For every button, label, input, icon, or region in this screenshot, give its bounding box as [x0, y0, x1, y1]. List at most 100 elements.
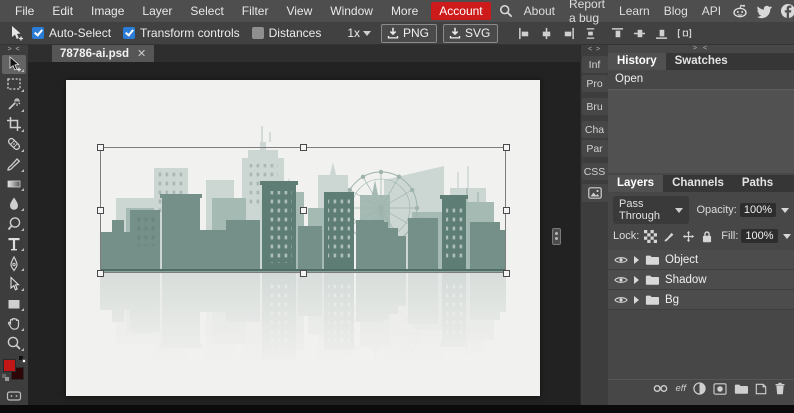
- new-layer-icon[interactable]: [755, 383, 767, 395]
- fill-dropdown-icon[interactable]: [782, 233, 791, 239]
- twitter-link[interactable]: [752, 3, 776, 19]
- tab-paths[interactable]: Paths: [733, 175, 782, 192]
- menu-file[interactable]: File: [6, 0, 43, 22]
- panel-button-character[interactable]: Cha: [581, 121, 608, 138]
- search-button[interactable]: [495, 4, 517, 18]
- export-png-button[interactable]: PNG: [381, 23, 438, 43]
- transform-handle-middle-left[interactable]: [97, 207, 104, 214]
- transform-handle-bottom-center[interactable]: [300, 270, 307, 277]
- tool-hand[interactable]: [2, 314, 26, 333]
- align-center-horizontal-icon[interactable]: [540, 27, 553, 40]
- default-colors-icon[interactable]: [19, 355, 26, 363]
- delete-layer-trash-icon[interactable]: [774, 382, 786, 395]
- menu-filter[interactable]: Filter: [233, 0, 278, 22]
- document-tab[interactable]: 78786-ai.psd ✕: [52, 45, 155, 62]
- canvas-workspace[interactable]: [28, 62, 580, 413]
- swap-colors-icon[interactable]: [2, 374, 9, 382]
- facebook-link[interactable]: [776, 3, 794, 19]
- layer-row-bg[interactable]: Bg: [608, 290, 794, 310]
- tool-direct-select[interactable]: [2, 274, 26, 293]
- blend-mode-select[interactable]: Pass Through: [613, 196, 689, 224]
- opacity-dropdown-icon[interactable]: [781, 207, 789, 213]
- align-top-icon[interactable]: [611, 27, 624, 40]
- layer-mask-icon[interactable]: [713, 382, 727, 395]
- tool-marquee-select[interactable]: [2, 75, 26, 94]
- color-swatches[interactable]: [2, 355, 26, 382]
- opacity-value[interactable]: 100%: [739, 203, 776, 217]
- distances-option[interactable]: Distances: [251, 26, 321, 40]
- tool-more-options[interactable]: [2, 386, 26, 405]
- transform-handle-top-center[interactable]: [300, 144, 307, 151]
- menu-about[interactable]: About: [517, 4, 562, 18]
- panel-button-paragraph[interactable]: Par: [581, 140, 608, 157]
- tool-rectangle-shape[interactable]: [2, 294, 26, 313]
- transform-handle-middle-right[interactable]: [503, 207, 510, 214]
- lock-pixels-icon[interactable]: [663, 230, 676, 243]
- panel-button-properties[interactable]: Pro: [581, 75, 608, 92]
- adjustment-layer-icon[interactable]: [693, 382, 706, 395]
- align-bottom-icon[interactable]: [655, 27, 668, 40]
- transform-handle-bottom-left[interactable]: [97, 270, 104, 277]
- panel-collapse-handle[interactable]: > <: [608, 45, 794, 53]
- lock-all-icon[interactable]: [701, 230, 713, 243]
- panel-resize-grip[interactable]: [552, 228, 561, 245]
- transform-handle-top-left[interactable]: [97, 144, 104, 151]
- visibility-eye-icon[interactable]: [614, 255, 628, 265]
- tool-gradient[interactable]: [2, 175, 26, 194]
- menu-learn[interactable]: Learn: [612, 4, 657, 18]
- menu-image[interactable]: Image: [82, 0, 133, 22]
- tool-move[interactable]: [2, 55, 26, 74]
- layer-row-object[interactable]: Object: [608, 250, 794, 270]
- layer-effects-button[interactable]: eff: [675, 383, 686, 394]
- panel-button-preview[interactable]: [581, 184, 608, 202]
- new-group-icon[interactable]: [734, 383, 748, 394]
- panel-button-css[interactable]: CSS: [581, 163, 608, 180]
- align-right-icon[interactable]: [562, 27, 575, 40]
- visibility-eye-icon[interactable]: [614, 275, 628, 285]
- menu-report-a-bug[interactable]: Report a bug: [562, 0, 612, 25]
- tool-magic-wand[interactable]: [2, 95, 26, 114]
- transform-handle-bottom-right[interactable]: [503, 270, 510, 277]
- fill-value[interactable]: 100%: [741, 229, 778, 243]
- visibility-eye-icon[interactable]: [614, 295, 628, 305]
- reddit-link[interactable]: [728, 3, 752, 19]
- menu-view[interactable]: View: [277, 0, 321, 22]
- toolbar-collapse-handle[interactable]: > <: [7, 45, 20, 54]
- export-scale-select[interactable]: 1x: [347, 26, 372, 40]
- transform-reference-point[interactable]: [300, 207, 307, 214]
- menu-blog[interactable]: Blog: [657, 4, 695, 18]
- tool-type[interactable]: [2, 234, 26, 253]
- tool-zoom[interactable]: [2, 334, 26, 353]
- auto-select-option[interactable]: Auto-Select: [32, 26, 111, 40]
- distances-checkbox[interactable]: [251, 27, 264, 39]
- expand-layer-icon[interactable]: [634, 255, 639, 264]
- tool-brush[interactable]: [2, 155, 26, 174]
- expand-layer-icon[interactable]: [634, 295, 639, 304]
- align-left-icon[interactable]: [518, 27, 531, 40]
- tab-layers[interactable]: Layers: [608, 175, 664, 192]
- export-svg-button[interactable]: SVG: [443, 23, 499, 43]
- link-layers-icon[interactable]: [653, 384, 668, 393]
- tab-history[interactable]: History: [608, 53, 666, 70]
- panel-button-brush[interactable]: Bru: [581, 98, 608, 115]
- tab-swatches[interactable]: Swatches: [666, 53, 737, 70]
- history-list-area[interactable]: [608, 89, 794, 173]
- expand-layer-icon[interactable]: [634, 275, 639, 284]
- menu-more[interactable]: More: [382, 0, 427, 22]
- distribute-horizontal-icon[interactable]: [677, 27, 692, 40]
- tab-channels[interactable]: Channels: [663, 175, 733, 192]
- tool-spot-healing[interactable]: [2, 135, 26, 154]
- align-middle-vertical-icon[interactable]: [633, 27, 646, 40]
- layer-row-shadow[interactable]: Shadow: [608, 270, 794, 290]
- transform-handle-top-right[interactable]: [503, 144, 510, 151]
- lock-position-icon[interactable]: [682, 230, 695, 243]
- strip-collapse-handle[interactable]: < >: [588, 45, 601, 54]
- tool-crop[interactable]: [2, 115, 26, 134]
- menu-api[interactable]: API: [695, 4, 728, 18]
- transform-controls-checkbox[interactable]: [123, 27, 136, 39]
- tool-blur[interactable]: [2, 194, 26, 213]
- tool-pen[interactable]: [2, 254, 26, 273]
- transform-controls-option[interactable]: Transform controls: [123, 26, 240, 40]
- account-button[interactable]: Account: [431, 2, 491, 20]
- menu-layer[interactable]: Layer: [133, 0, 181, 22]
